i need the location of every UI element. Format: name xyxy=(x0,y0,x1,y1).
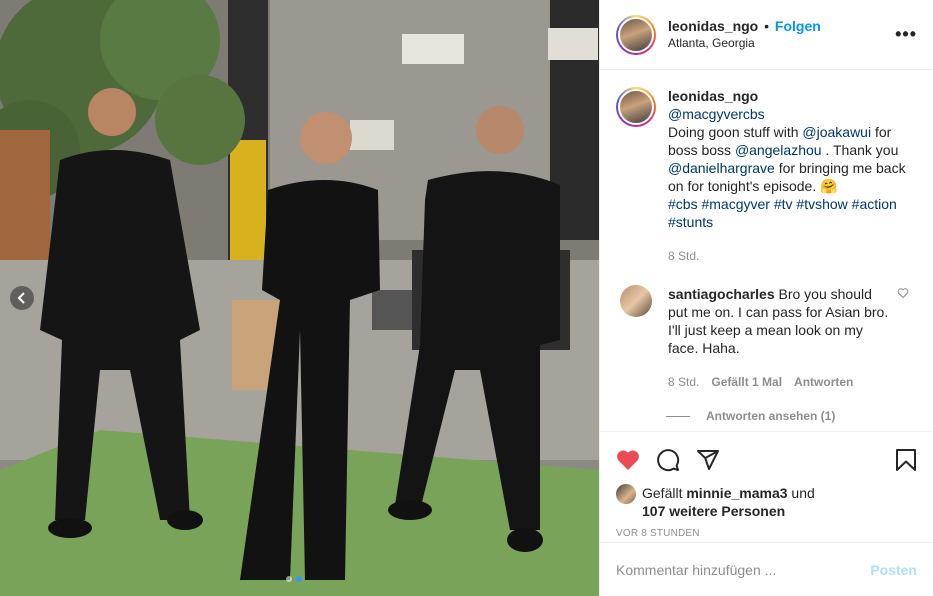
follow-button[interactable]: Folgen xyxy=(775,18,821,34)
caption-segment: Doing goon stuff with xyxy=(668,124,799,140)
caption-meta: 8 Std. xyxy=(668,247,917,265)
post-caption: leonidas_ngo @macgyvercbs Doing goon stu… xyxy=(616,87,917,265)
like-button[interactable] xyxy=(616,440,656,480)
view-replies-label: Antworten ansehen (1) xyxy=(706,409,836,423)
carousel-prev-button[interactable] xyxy=(10,286,34,310)
view-replies-button[interactable]: Antworten ansehen (1) xyxy=(666,409,917,423)
carousel-dot-active xyxy=(296,576,302,582)
post-actions: Gefällt minnie_mama3 und 107 weitere Per… xyxy=(600,431,933,539)
hashtag-link[interactable]: #macgyver xyxy=(701,196,769,212)
hashtag-link[interactable]: #action xyxy=(852,196,897,212)
post-sidebar: leonidas_ngo • Folgen Atlanta, Georgia •… xyxy=(599,0,933,596)
caption-segment: . Thank you xyxy=(825,142,899,158)
post-timestamp[interactable]: VOR 8 STUNDEN xyxy=(616,528,917,539)
author-username[interactable]: leonidas_ngo xyxy=(668,18,758,34)
hashtag-link[interactable]: #tv xyxy=(774,196,793,212)
post-header: leonidas_ngo • Folgen Atlanta, Georgia •… xyxy=(600,0,933,70)
mention-link[interactable]: @danielhargrave xyxy=(668,160,775,176)
mention-link[interactable]: @macgyvercbs xyxy=(668,106,765,122)
liked-by: Gefällt minnie_mama3 und 107 weitere Per… xyxy=(616,484,917,520)
comment-item: santiagocharles Bro you should put me on… xyxy=(616,285,917,391)
chevron-left-icon xyxy=(17,292,25,304)
post-photo[interactable] xyxy=(0,0,599,596)
mention-link[interactable]: @joakawui xyxy=(802,124,871,140)
liked-by-user[interactable]: minnie_mama3 xyxy=(686,485,787,501)
liked-by-prefix: Gefällt xyxy=(642,485,683,501)
replies-divider xyxy=(666,415,690,417)
comment-input[interactable] xyxy=(616,561,871,578)
caption-text: @macgyvercbs Doing goon stuff with @joak… xyxy=(668,105,917,231)
post-comment-button[interactable]: Posten xyxy=(870,562,917,578)
author-avatar[interactable] xyxy=(616,14,656,55)
commenter-avatar[interactable] xyxy=(620,285,652,317)
reply-button[interactable]: Antworten xyxy=(794,373,853,391)
liked-by-and: und xyxy=(791,485,815,501)
comment-age: 8 Std. xyxy=(668,375,700,389)
comment-bubble-icon xyxy=(657,449,680,472)
comment-meta: 8 Std. Gefällt 1 Mal Antworten xyxy=(668,373,894,391)
more-options-icon[interactable]: ••• xyxy=(895,24,917,45)
comments-section[interactable]: leonidas_ngo @macgyvercbs Doing goon stu… xyxy=(600,71,933,431)
hashtag-link[interactable]: #cbs xyxy=(668,196,698,212)
bookmark-icon xyxy=(896,449,916,471)
carousel-dot xyxy=(286,576,292,582)
hashtag-link[interactable]: #tvshow xyxy=(796,196,847,212)
comment-like-icon[interactable] xyxy=(897,287,909,302)
hashtag-link[interactable]: #stunts xyxy=(668,214,713,230)
header-separator: • xyxy=(764,17,770,34)
heart-filled-icon xyxy=(617,450,639,470)
commenter-username[interactable]: santiagocharles xyxy=(668,286,775,302)
carousel-indicator xyxy=(286,576,302,582)
add-comment-bar: Posten xyxy=(600,542,933,596)
likes-count[interactable]: 107 weitere Personen xyxy=(642,503,785,519)
mention-link[interactable]: @angelazhou xyxy=(735,142,822,158)
post-image xyxy=(0,0,599,596)
caption-avatar[interactable] xyxy=(616,87,656,127)
liker-avatar[interactable] xyxy=(616,484,636,504)
caption-username[interactable]: leonidas_ngo xyxy=(668,87,917,105)
post-location[interactable]: Atlanta, Georgia xyxy=(668,35,821,52)
comment-button[interactable] xyxy=(656,440,696,480)
share-button[interactable] xyxy=(696,440,736,480)
comment-likes[interactable]: Gefällt 1 Mal xyxy=(711,373,782,391)
paper-plane-icon xyxy=(697,450,719,470)
caption-age: 8 Std. xyxy=(668,249,700,263)
save-button[interactable] xyxy=(877,440,917,480)
